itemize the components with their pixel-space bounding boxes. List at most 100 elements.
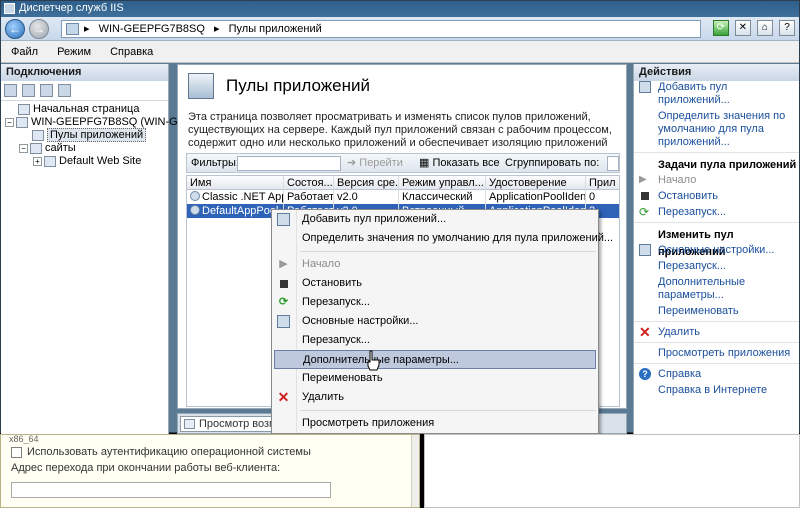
cell-text: v2.0 — [337, 191, 358, 203]
action-link[interactable]: Добавить пул приложений... — [634, 81, 799, 107]
tree-node[interactable]: − сайты — [1, 142, 168, 155]
play-icon: ▶ — [279, 258, 288, 270]
context-menu-item[interactable]: ⟳ Перезапуск... — [272, 293, 598, 312]
add-pool-icon — [639, 81, 651, 93]
action-link[interactable]: Перезапуск... — [634, 260, 799, 273]
address-segment-server[interactable]: WIN-GEEPFG7B8SQ — [99, 23, 205, 35]
context-menu-item[interactable]: Основные настройки... — [272, 312, 598, 331]
context-menu-item[interactable]: Просмотреть приложения — [272, 414, 598, 433]
context-menu-item[interactable]: Перезапуск... — [272, 331, 598, 350]
context-menu-label: Просмотреть приложения — [302, 417, 435, 429]
action-link[interactable]: Переименовать — [634, 305, 799, 318]
tree-expander-icon[interactable]: − — [19, 143, 28, 153]
actions-separator — [634, 222, 799, 223]
disconnect-icon[interactable] — [58, 84, 71, 97]
context-menu-item[interactable]: Добавить пул приложений... — [272, 210, 598, 229]
tree-node-label: Начальная страница — [33, 103, 140, 115]
context-menu-label: Удалить — [302, 391, 344, 403]
context-menu-item[interactable]: Определить значения по умолчанию для пул… — [272, 229, 613, 248]
menu-file[interactable]: Файл — [11, 46, 38, 58]
tree-node[interactable]: + Default Web Site — [1, 155, 168, 168]
play-icon: ▶ — [639, 174, 647, 185]
address-separator: ▸ — [214, 23, 220, 35]
action-label: Удалить — [658, 326, 700, 338]
action-label: Просмотреть приложения — [658, 347, 791, 359]
app-pool-icon — [190, 205, 200, 215]
group-by-label: Сгруппировать по: — [505, 157, 600, 169]
address-segment-pools[interactable]: Пулы приложений — [229, 23, 322, 35]
table-row[interactable]: Classic .NET App... Работаетv2.0 Классичес… — [187, 190, 619, 204]
tree-expander-icon[interactable]: + — [33, 156, 42, 166]
show-all-button[interactable]: ▦ Показать все — [419, 154, 500, 172]
action-link[interactable]: ? Справка — [634, 368, 799, 381]
filter-input[interactable] — [237, 156, 341, 171]
os-auth-checkbox[interactable]: Использовать аутентификацию операционной… — [1, 444, 419, 460]
restart-icon: ⟳ — [639, 205, 650, 219]
forward-button[interactable]: → — [29, 19, 49, 39]
help-dropdown-icon[interactable]: ? — [779, 20, 795, 36]
action-label: Начало — [658, 174, 697, 186]
redirect-url-input[interactable] — [11, 482, 331, 498]
toolbar-icons: ⟳ ✕ ⌂ ? — [710, 20, 795, 36]
tree-expander-icon[interactable]: − — [5, 117, 14, 127]
login-settings-form: x86_64 Использовать аутентификацию опера… — [0, 434, 420, 508]
column-header[interactable]: Прил — [586, 176, 619, 190]
table-cell: ApplicationPoolIden... — [486, 190, 586, 204]
column-header[interactable]: Версия сре... — [334, 176, 399, 190]
context-menu: Добавить пул приложений... Определить зна… — [271, 209, 613, 434]
tree-node[interactable]: Начальная страница — [1, 103, 168, 116]
context-menu-label: Добавить пул приложений... — [302, 213, 447, 225]
action-link[interactable]: ✕ Удалить — [634, 325, 799, 339]
menu-help[interactable]: Справка — [110, 46, 153, 58]
go-button[interactable]: ➔ Перейти — [347, 154, 403, 172]
actions-title: Действия — [634, 64, 799, 81]
context-menu-item[interactable]: ✕ Удалить — [272, 388, 598, 407]
context-menu-item[interactable]: Дополнительные параметры... — [274, 350, 596, 369]
connections-tree: Начальная страница − WIN-GEEPFG7B8SQ (WIN-… — [1, 101, 206, 168]
action-link: ▶ Начало — [634, 174, 799, 187]
stop-loading-icon[interactable]: ✕ — [734, 20, 751, 36]
context-menu-item[interactable]: Остановить — [272, 274, 598, 293]
column-header[interactable]: Режим управл... — [399, 176, 486, 190]
connect-icon[interactable] — [4, 84, 17, 97]
column-header[interactable]: Имя — [187, 176, 284, 190]
actions-separator — [634, 363, 799, 364]
action-label: Основные настройки... — [658, 244, 775, 256]
tree-node-icon — [32, 129, 44, 141]
action-label: Справка в Интернете — [658, 384, 768, 396]
tree-node-label: Пулы приложений — [47, 128, 147, 142]
tree-node-icon — [30, 142, 42, 154]
save-icon[interactable] — [22, 84, 35, 97]
help-icon: ? — [639, 368, 651, 380]
form-scrollbar[interactable] — [411, 435, 419, 507]
table-cell: 0 — [586, 190, 619, 204]
refresh-icon[interactable]: ⟳ — [712, 20, 729, 36]
back-button[interactable]: ← — [5, 19, 25, 39]
page-header: Пулы приложений — [178, 65, 626, 111]
context-menu-item[interactable]: Переименовать — [272, 369, 598, 388]
action-link[interactable]: Основные настройки... — [634, 244, 799, 257]
table-cell: v2.0 — [334, 190, 399, 204]
context-menu-label: Перезапуск... — [302, 296, 370, 308]
window-title: Диспетчер служб IIS — [19, 2, 124, 14]
address-bar[interactable]: ▸ WIN-GEEPFG7B8SQ ▸ Пулы приложений — [61, 20, 701, 38]
actions-section-heading: Задачи пула приложений — [658, 159, 797, 171]
group-by-dropdown[interactable] — [607, 156, 619, 171]
action-link[interactable]: Определить значения по умолчанию для пул… — [634, 110, 799, 149]
action-link[interactable]: ⟳ Перезапуск... — [634, 206, 799, 219]
context-menu-label: Переименовать — [302, 372, 383, 384]
home-icon[interactable]: ⌂ — [756, 20, 773, 36]
action-link[interactable]: Дополнительные параметры... — [634, 276, 799, 302]
action-link[interactable]: Просмотреть приложения — [634, 347, 799, 360]
show-all-label: Показать все — [432, 157, 500, 169]
action-link[interactable]: Справка в Интернете — [634, 384, 799, 397]
menu-view[interactable]: Режим — [57, 46, 91, 58]
checkbox-box[interactable] — [11, 447, 22, 458]
actions-pane: Действия Добавить пул приложений... Опред… — [633, 64, 799, 434]
address-separator: ▸ — [84, 23, 90, 35]
column-header[interactable]: Состоя... — [284, 176, 334, 190]
tree-node[interactable]: Пулы приложений — [1, 128, 168, 142]
action-link[interactable]: Остановить — [634, 190, 799, 203]
column-header[interactable]: Удостоверение — [486, 176, 586, 190]
up-folder-icon[interactable] — [40, 84, 53, 97]
